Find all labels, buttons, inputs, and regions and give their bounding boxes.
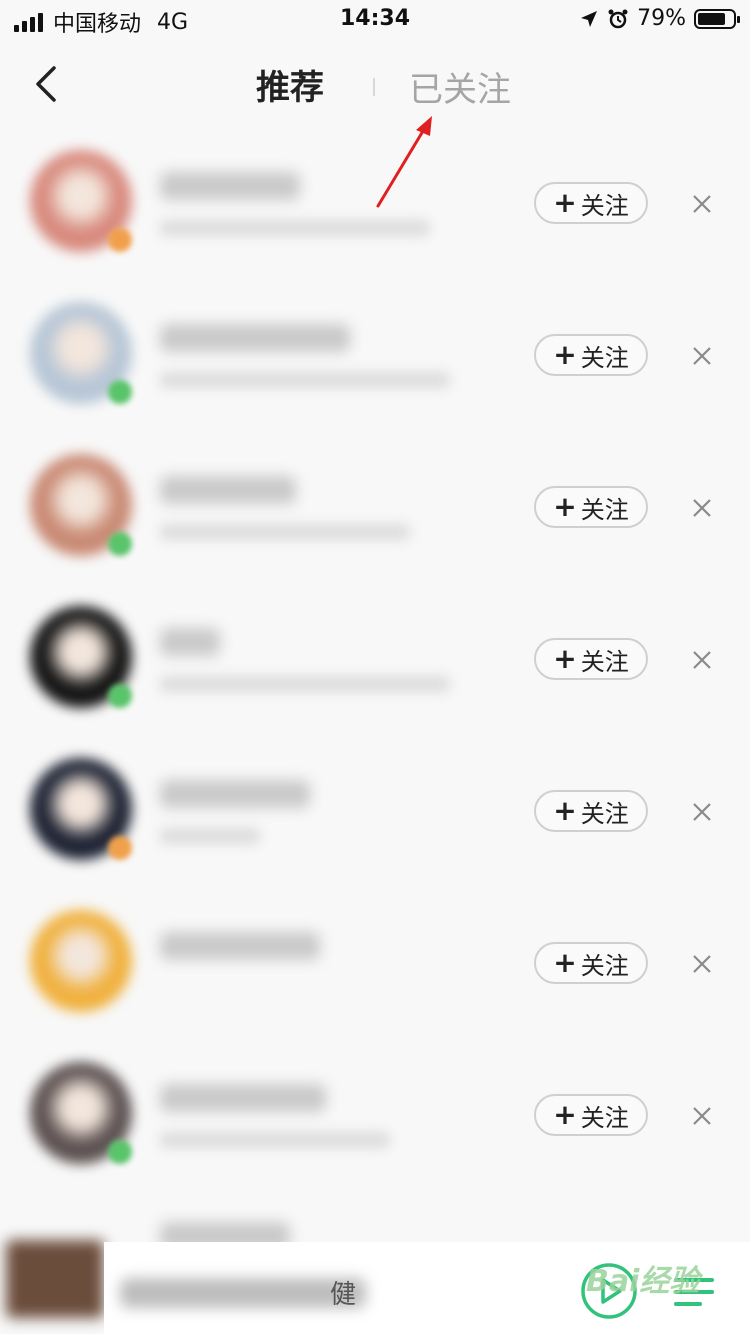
- close-icon[interactable]: [690, 648, 714, 672]
- follow-button[interactable]: + 关注: [534, 790, 648, 832]
- list-item: + 关注: [0, 282, 750, 434]
- close-icon[interactable]: [690, 192, 714, 216]
- list-item: + 关注: [0, 1042, 750, 1194]
- avatar[interactable]: [30, 302, 132, 404]
- status-right: 79%: [579, 6, 740, 31]
- close-icon[interactable]: [690, 1104, 714, 1128]
- album-art[interactable]: [6, 1240, 104, 1318]
- blurred-subtitle: [160, 676, 450, 692]
- blurred-username: [160, 172, 300, 200]
- list-item: + 关注: [0, 890, 750, 1042]
- blurred-subtitle: [160, 220, 430, 236]
- follow-button[interactable]: + 关注: [534, 1094, 648, 1136]
- recommend-list: + 关注 + 关注 + 关注 + 关注 + 关注 + 关注 + 关注: [0, 130, 750, 1254]
- location-icon: [581, 10, 598, 27]
- status-bar: 中国移动 4G 14:34 79%: [0, 0, 750, 40]
- follow-button[interactable]: + 关注: [534, 486, 648, 528]
- list-item: + 关注: [0, 434, 750, 586]
- avatar[interactable]: [30, 1062, 132, 1164]
- blurred-subtitle: [160, 372, 450, 388]
- blurred-username: [160, 932, 320, 960]
- close-icon[interactable]: [690, 344, 714, 368]
- battery-icon: [694, 8, 740, 29]
- list-item: + 关注: [0, 586, 750, 738]
- list-item: + 关注: [0, 738, 750, 890]
- watermark-logo: Bai经验: [586, 1264, 700, 1299]
- blurred-subtitle: [160, 828, 260, 844]
- blurred-subtitle: [160, 524, 410, 540]
- blurred-username: [160, 1084, 326, 1112]
- tab-followed[interactable]: 已关注: [395, 62, 525, 111]
- blurred-subtitle: [160, 1132, 390, 1148]
- list-item: + 关注: [0, 130, 750, 282]
- follow-button[interactable]: + 关注: [534, 182, 648, 224]
- blurred-username: [160, 324, 350, 352]
- close-icon[interactable]: [690, 496, 714, 520]
- close-icon[interactable]: [690, 800, 714, 824]
- avatar[interactable]: [30, 454, 132, 556]
- follow-button[interactable]: + 关注: [534, 638, 648, 680]
- avatar[interactable]: [30, 910, 132, 1012]
- alarm-icon: [608, 9, 628, 28]
- blurred-username: [160, 476, 296, 504]
- tab-divider: [373, 78, 375, 96]
- chevron-left-icon[interactable]: [26, 62, 70, 106]
- blurred-username: [160, 628, 220, 656]
- follow-button[interactable]: + 关注: [534, 942, 648, 984]
- follow-button[interactable]: + 关注: [534, 334, 648, 376]
- avatar[interactable]: [30, 758, 132, 860]
- close-icon[interactable]: [690, 952, 714, 976]
- avatar[interactable]: [30, 606, 132, 708]
- battery-percent: 79%: [637, 6, 686, 31]
- tab-recommend[interactable]: 推荐: [230, 60, 350, 109]
- blurred-username: [160, 780, 310, 808]
- song-title-suffix: 健: [330, 1280, 357, 1310]
- avatar[interactable]: [30, 150, 132, 252]
